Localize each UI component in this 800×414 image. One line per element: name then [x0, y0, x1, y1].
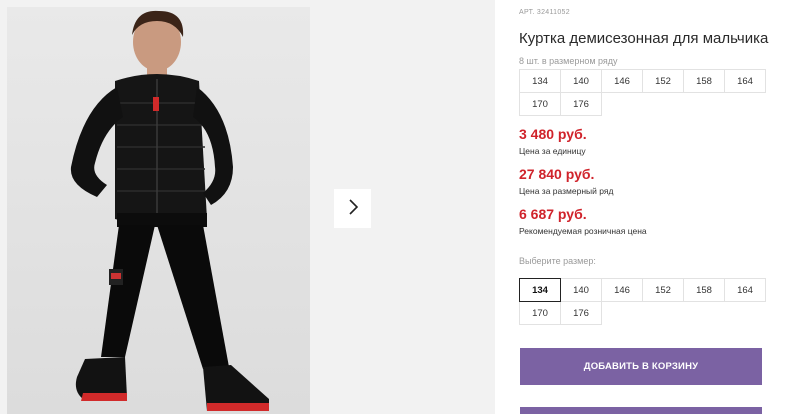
- size-option[interactable]: 146: [601, 278, 643, 302]
- size-option[interactable]: 158: [683, 278, 725, 302]
- unit-price-label: Цена за единицу: [519, 146, 586, 156]
- pack-size-cell: 170: [519, 92, 561, 116]
- unit-price: 3 480 руб.: [519, 126, 587, 142]
- size-option[interactable]: 140: [560, 278, 602, 302]
- retail-price: 6 687 руб.: [519, 206, 587, 222]
- chevron-right-icon: [348, 199, 358, 218]
- secondary-action-button[interactable]: [520, 407, 762, 414]
- size-picker-label: Выберите размер:: [519, 256, 596, 266]
- size-option[interactable]: 170: [519, 301, 561, 325]
- retail-price-label: Рекомендуемая розничная цена: [519, 226, 647, 236]
- pack-size-cell: 140: [560, 69, 602, 93]
- boy-in-jacket-illustration: [70, 10, 269, 411]
- product-gallery: [0, 0, 495, 414]
- product-info: АРТ. 32411052 Куртка демисезонная для ма…: [519, 0, 800, 414]
- size-option[interactable]: 152: [642, 278, 684, 302]
- pack-price-label: Цена за размерный ряд: [519, 186, 614, 196]
- pack-size-cell: 152: [642, 69, 684, 93]
- size-picker-grid: 134 140 146 152 158 164 170 176: [519, 278, 766, 325]
- product-photo[interactable]: [7, 7, 310, 414]
- size-option[interactable]: 164: [724, 278, 766, 302]
- pack-size-cell: 146: [601, 69, 643, 93]
- pack-size-cell: 164: [724, 69, 766, 93]
- pack-note: 8 шт. в размерном ряду: [519, 56, 618, 66]
- article-number: АРТ. 32411052: [519, 9, 570, 16]
- pack-price: 27 840 руб.: [519, 166, 595, 182]
- pack-size-cell: 158: [683, 69, 725, 93]
- product-title: Куртка демисезонная для мальчика: [519, 30, 769, 47]
- add-to-cart-button[interactable]: ДОБАВИТЬ В КОРЗИНУ: [520, 348, 762, 385]
- pack-size-cell: 176: [560, 92, 602, 116]
- size-option[interactable]: 176: [560, 301, 602, 325]
- product-page: АРТ. 32411052 Куртка демисезонная для ма…: [0, 0, 800, 414]
- pack-size-cell: 134: [519, 69, 561, 93]
- gallery-next-button[interactable]: [334, 189, 371, 228]
- pack-size-grid: 134 140 146 152 158 164 170 176: [519, 69, 766, 116]
- size-option-selected[interactable]: 134: [519, 278, 561, 302]
